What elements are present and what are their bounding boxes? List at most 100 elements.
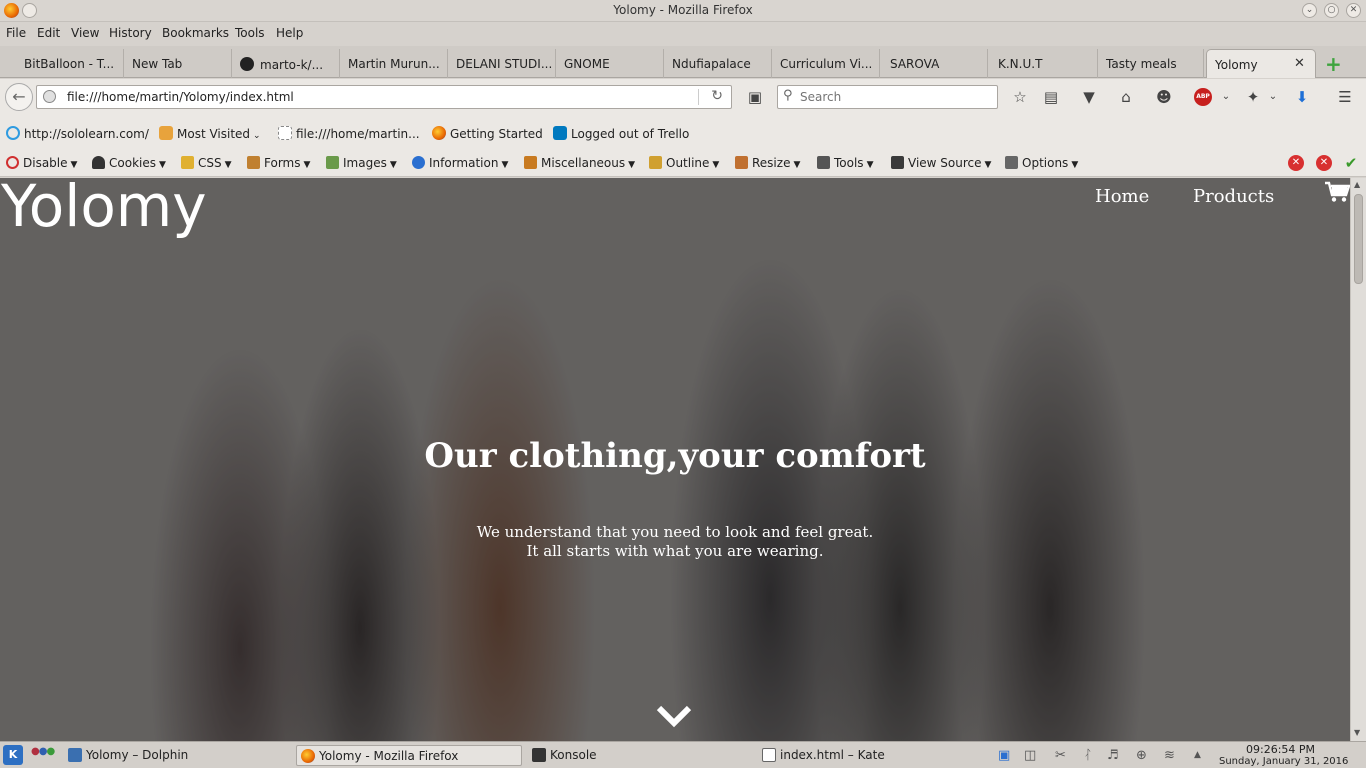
css-error-icon[interactable]: ✕ [1288,155,1304,171]
bookmark-trello[interactable]: Logged out of Trello [553,126,689,141]
kate-icon [762,748,776,762]
nav-home-link[interactable]: Home [1095,186,1149,207]
downloads-icon[interactable]: ⬇ [1292,87,1312,107]
chat-icon[interactable]: ☻ [1154,87,1174,107]
information-icon [412,156,425,169]
bookmark-star-icon[interactable]: ☆ [1010,87,1030,107]
menu-history[interactable]: History [109,26,152,40]
cookies-icon [92,156,105,169]
nav-products-link[interactable]: Products [1193,186,1274,207]
bookmark-sololearn[interactable]: http://sololearn.com/ [6,126,149,141]
bookmark-getting-started[interactable]: Getting Started [432,126,543,141]
hamburger-menu-icon[interactable]: ☰ [1335,87,1355,107]
menu-file[interactable]: File [6,26,26,40]
dev-css[interactable]: CSS ▼ [181,156,232,170]
trello-icon [553,126,567,140]
task-kate[interactable]: index.html – Kate [758,745,885,766]
new-tab-icon[interactable]: + [1325,52,1342,76]
tab-martin[interactable]: Martin Murun... [340,49,448,78]
bluetooth-icon[interactable]: ᛮ [1084,748,1092,763]
adblock-icon[interactable]: ABP [1194,88,1212,106]
images-icon [326,156,339,169]
home-icon[interactable]: ⌂ [1116,87,1136,107]
reload-icon[interactable]: ↻ [711,88,723,104]
bookmarks-menu-icon[interactable]: ▤ [1041,87,1061,107]
device-notifier-icon[interactable]: ⊕ [1136,748,1147,763]
scroll-up-arrow-icon[interactable]: ▲ [1354,180,1360,189]
menu-help[interactable]: Help [276,26,303,40]
clipboard-scissors-icon[interactable]: ✂ [1055,748,1066,763]
dev-cookies[interactable]: Cookies ▼ [92,156,166,170]
search-input[interactable] [800,88,990,106]
close-window-button[interactable]: ✕ [1346,3,1361,18]
dev-tools[interactable]: Tools ▼ [817,156,873,170]
tab-ndufiapalace[interactable]: Ndufiapalace [664,49,772,78]
extension-icon[interactable]: ✦ [1243,87,1263,107]
wifi-icon[interactable]: ≋ [1164,748,1175,763]
bookmark-file[interactable]: file:///home/martin... [278,126,420,141]
maximize-button[interactable]: ○ [1324,3,1339,18]
back-arrow-icon[interactable]: ← [5,83,33,111]
menu-tools[interactable]: Tools [235,26,265,40]
window-titlebar: Yolomy - Mozilla Firefox ⌄ ○ ✕ [0,0,1366,22]
tab-bitballoon[interactable]: BitBalloon - T... [16,49,124,78]
resize-icon [735,156,748,169]
cart-icon[interactable] [1324,181,1350,203]
minimize-button[interactable]: ⌄ [1302,3,1317,18]
dev-options[interactable]: Options ▼ [1005,156,1078,170]
dev-images[interactable]: Images ▼ [326,156,397,170]
dev-outline[interactable]: Outline ▼ [649,156,719,170]
folder-icon [159,126,173,140]
extension-dropdown-icon[interactable]: ⌄ [1263,87,1283,107]
dev-forms[interactable]: Forms ▼ [247,156,310,170]
activities-icon[interactable]: ●●● [31,746,55,757]
task-firefox[interactable]: Yolomy - Mozilla Firefox [296,745,522,766]
hero-title: Our clothing,your comfort [424,436,926,476]
scrollbar-thumb[interactable] [1354,194,1363,284]
css-icon [181,156,194,169]
dev-miscellaneous[interactable]: Miscellaneous ▼ [524,156,635,170]
tab-github[interactable]: marto-k/... [232,49,340,78]
tab-curriculum[interactable]: Curriculum Vi... [772,49,880,78]
hero-subtitle-line-1: We understand that you need to look and … [476,523,874,541]
adblock-dropdown-icon[interactable]: ⌄ [1216,87,1236,107]
dev-resize[interactable]: Resize ▼ [735,156,800,170]
updates-icon[interactable]: ▣ [998,748,1010,763]
dev-disable[interactable]: Disable ▼ [6,156,77,170]
dolphin-icon [68,748,82,762]
konsole-icon [532,748,546,762]
url-bar[interactable]: file:///home/martin/Yolomy/index.html ↻ [36,85,732,109]
pocket-icon[interactable]: ▼ [1079,87,1099,107]
clock-date[interactable]: Sunday, January 31, 2016 [1219,756,1348,767]
tab-gnome[interactable]: GNOME [556,49,664,78]
search-box[interactable]: ⚲ [777,85,998,109]
sidebar-icon[interactable]: ▣ [745,87,765,107]
dev-view-source[interactable]: View Source ▼ [891,156,991,170]
task-dolphin[interactable]: Yolomy – Dolphin [64,745,188,766]
tab-knut[interactable]: K.N.U.T [990,49,1098,78]
menu-view[interactable]: View [71,26,99,40]
dev-information[interactable]: Information ▼ [412,156,508,170]
validation-ok-icon[interactable]: ✔ [1343,155,1359,171]
forms-icon [247,156,260,169]
navigation-bar: ← file:///home/martin/Yolomy/index.html … [0,79,1366,116]
kde-menu-icon[interactable]: K [3,745,23,765]
site-logo[interactable]: Yolomy [1,178,207,240]
menu-edit[interactable]: Edit [37,26,60,40]
close-tab-icon[interactable]: ✕ [1294,56,1305,71]
tray-expand-icon[interactable]: ▲ [1194,750,1201,760]
menu-bookmarks[interactable]: Bookmarks [162,26,229,40]
tab-delani[interactable]: DELANI STUDI... [448,49,556,78]
volume-icon[interactable]: ♬ [1107,748,1119,763]
network-manager-icon[interactable]: ◫ [1024,748,1036,763]
scroll-down-arrow-icon[interactable]: ▼ [1354,728,1360,737]
js-error-icon[interactable]: ✕ [1316,155,1332,171]
tab-new-tab[interactable]: New Tab [124,49,232,78]
task-konsole[interactable]: Konsole [528,745,597,766]
page-scrollbar[interactable]: ▲ ▼ [1350,178,1366,741]
tab-tasty-meals[interactable]: Tasty meals [1098,49,1204,78]
bookmark-most-visited[interactable]: Most Visited ⌄ [159,126,261,141]
clock-time[interactable]: 09:26:54 PM [1246,743,1315,756]
scroll-down-chevron-icon[interactable] [656,704,692,728]
tab-sarova[interactable]: SAROVA [882,49,988,78]
